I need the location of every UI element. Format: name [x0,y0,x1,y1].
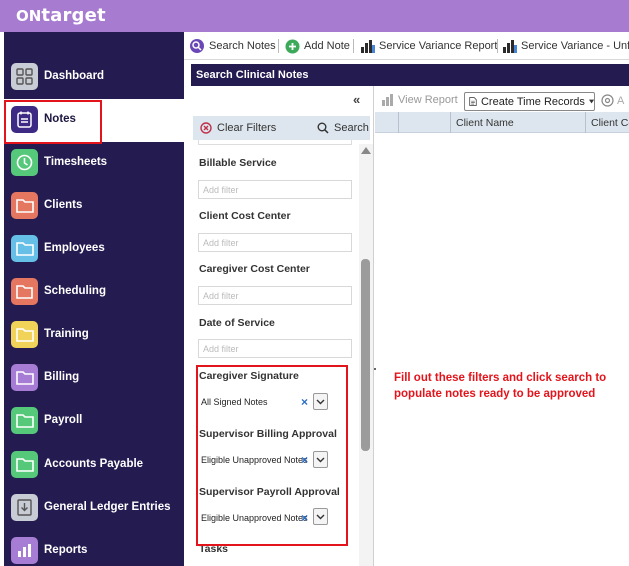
filter-actions-bar: Clear Filters Search [193,116,370,140]
view-report-button[interactable]: View Report [381,94,458,106]
collapse-panel-icon[interactable]: « [353,92,360,107]
sidebar-item-payroll[interactable]: Payroll [4,400,184,443]
notes-highlight-box [4,100,102,144]
column-header-client-name[interactable]: Client Name [456,117,514,129]
instruction-annotation: Fill out these filters and click search … [394,372,607,400]
filter-title-caregiver-cost-center: Caregiver Cost Center [199,263,310,275]
column-divider [585,112,586,133]
reports-icon [11,537,38,564]
search-notes-icon [190,39,204,53]
column-divider [450,112,451,133]
overflow-action-button[interactable]: A [601,94,624,107]
folder-icon [11,192,38,219]
folder-icon [11,235,38,262]
sidebar-item-label: Employees [44,242,105,254]
sidebar-item-dashboard[interactable]: Dashboard [4,56,184,99]
add-icon [285,39,300,53]
service-variance-report-button[interactable]: Service Variance Report [360,37,497,55]
search-notes-label: Search Notes [209,40,276,52]
search-icon [317,122,329,134]
sidebar-item-label: Payroll [44,414,83,426]
main-toolbar: Search Notes Add Note Service Variance R… [184,32,629,60]
service-variance-report-label: Service Variance Report [379,40,498,52]
partial-filter-input[interactable] [198,140,352,145]
splitter-handle[interactable] [374,368,376,370]
service-variance-unfinished-button[interactable]: Service Variance - Unfi [502,37,629,55]
scroll-up-icon[interactable] [361,147,371,154]
sidebar-item-label: Scheduling [44,285,106,297]
top-bar: ONtarget [0,0,629,32]
bar-chart-icon [503,40,517,53]
filters-highlight-box [196,365,348,546]
folder-icon [11,407,38,434]
clock-icon [11,149,38,176]
sidebar-item-label: General Ledger Entries [44,501,171,513]
filter-title-client-cost-center: Client Cost Center [199,210,291,222]
brand-name: target [41,5,106,26]
sidebar-item-employees[interactable]: Employees [4,228,184,271]
sidebar-item-label: Accounts Payable [44,458,144,470]
sidebar-item-general-ledger-entries[interactable]: General Ledger Entries [4,487,184,530]
sidebar-item-clients[interactable]: Clients [4,185,184,228]
service-variance-unfinished-label: Service Variance - Unfi [521,40,629,52]
clear-filters-button[interactable]: Clear Filters [200,122,276,134]
calendar-icon [11,278,38,305]
brand-logo[interactable]: ONtarget [16,5,106,26]
column-header-client-cost[interactable]: Client Co [591,117,629,129]
clear-icon [200,122,212,134]
billable-service-input[interactable]: Add filter [198,180,352,199]
create-time-records-button[interactable]: Create Time Records [464,92,595,111]
sidebar-item-billing[interactable]: Billing [4,357,184,400]
add-note-label: Add Note [304,40,350,52]
bar-chart-icon [382,94,393,106]
brand-prefix: ON [16,7,42,25]
scrollbar-thumb[interactable] [361,259,370,451]
view-report-label: View Report [398,94,458,106]
sidebar-item-label: Reports [44,544,88,556]
clear-filters-label: Clear Filters [217,122,277,134]
filter-title-date-of-service: Date of Service [199,317,275,329]
caregiver-cost-center-input[interactable]: Add filter [198,286,352,305]
document-icon [469,97,477,106]
search-button[interactable]: Search [317,122,369,134]
sidebar-item-training[interactable]: Training [4,314,184,357]
create-time-records-label: Create Time Records [480,95,585,108]
sidebar-item-label: Clients [44,199,83,211]
search-clinical-notes-header: Search Clinical Notes [191,64,629,86]
filter-title-billable-service: Billable Service [199,157,277,169]
sidebar-item-label: Training [44,328,89,340]
sidebar-item-timesheets[interactable]: Timesheets [4,142,184,185]
add-note-button[interactable]: Add Note [285,37,350,55]
sidebar-item-reports[interactable]: Reports [4,530,184,566]
folder-icon [11,364,38,391]
download-icon [11,494,38,521]
bar-chart-icon [361,40,375,53]
sidebar-item-label: Timesheets [44,156,108,168]
date-of-service-input[interactable]: Add filter [198,339,352,358]
search-notes-button[interactable]: Search Notes [189,37,276,55]
sidebar-item-scheduling[interactable]: Scheduling [4,271,184,314]
overflow-action-label-fragment: A [617,94,625,107]
client-cost-center-input[interactable]: Add filter [198,233,352,252]
caret-down-icon [588,99,594,104]
at-icon [601,94,614,107]
column-divider [398,112,399,133]
dashboard-icon [11,63,38,90]
sidebar-item-accounts-payable[interactable]: Accounts Payable [4,444,184,487]
sidebar-item-label: Billing [44,371,80,383]
folder-icon [11,451,38,478]
sidebar-item-label: Dashboard [44,70,105,82]
results-toolbar: View Report Create Time Records A [375,90,629,112]
folder-icon [11,321,38,348]
search-label: Search [334,122,369,134]
